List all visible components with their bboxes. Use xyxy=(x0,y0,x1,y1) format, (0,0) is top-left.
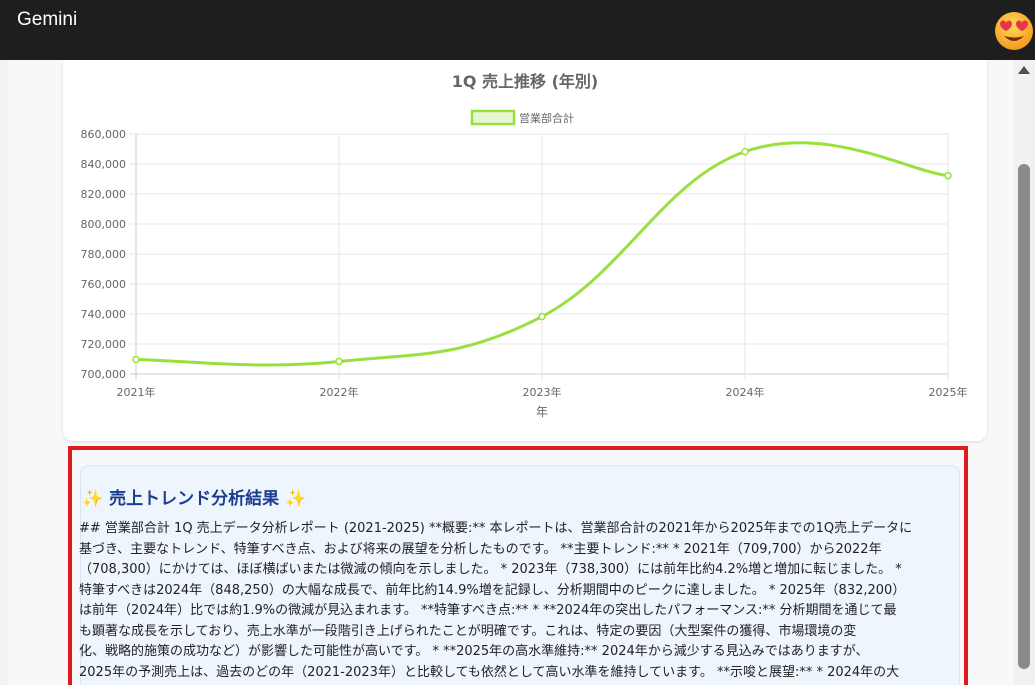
analysis-line: 化、戦略的施策の成功など）が影響した可能性が高いです。 * **2025年の高水… xyxy=(79,644,869,659)
chart-card: 1Q 売上推移 (年別) 営業部合計 700,000 720,000 740,000 76… xyxy=(63,60,987,441)
x-tick-label: 2024年 xyxy=(726,385,765,399)
y-tick-label: 760,000 xyxy=(81,278,127,291)
y-tick-label: 700,000 xyxy=(81,368,127,381)
analysis-line: 2025年の予測売上は、過去のどの年（2021-2023年）と比較しても依然とし… xyxy=(79,664,900,680)
y-tick-label: 720,000 xyxy=(81,338,127,351)
data-point xyxy=(538,312,546,321)
analysis-title: ✨ 売上トレンド分析結果 ✨ xyxy=(82,484,306,509)
scroll-up-arrow-icon[interactable] xyxy=(1018,66,1030,74)
data-point xyxy=(741,147,749,156)
app-title: Gemini xyxy=(17,9,78,30)
analysis-body: ## 営業部合計 1Q 売上データ分析レポート (2021-2025) **概要… xyxy=(79,519,949,683)
x-tick-label: 2023年 xyxy=(523,385,562,399)
x-tick-label: 2022年 xyxy=(320,385,359,399)
sparkle-icon: ✨ xyxy=(82,489,104,509)
analysis-line: （708,300）にかけては、ほぼ横ばいまたは微減の傾向を示しました。 * 20… xyxy=(79,562,902,577)
data-point xyxy=(132,355,140,364)
analysis-line: 特筆すべきは2024年（848,250）の大幅な成長で、前年比約14.9%増を記… xyxy=(79,582,906,598)
chart-title: 1Q 売上推移 (年別) xyxy=(452,72,599,91)
y-tick-label: 740,000 xyxy=(81,308,127,321)
y-tick-label: 800,000 xyxy=(81,218,127,231)
x-tick-label: 2021年 xyxy=(117,385,156,399)
y-tick-label: 840,000 xyxy=(81,158,127,171)
sparkle-icon: ✨ xyxy=(285,489,307,509)
x-tick-label: 2025年 xyxy=(929,385,968,399)
analysis-title-text: 売上トレンド分析結果 xyxy=(109,489,280,509)
analysis-line: 基づき、主要なトレンド、特筆すべき点、および将来の展望を分析したものです。 **… xyxy=(79,541,882,557)
y-tick-label: 860,000 xyxy=(81,128,127,141)
y-tick-label: 780,000 xyxy=(81,248,127,261)
data-point xyxy=(335,357,343,366)
analysis-line: も顕著な成長を示しており、売上水準が一段階引き上げられたことが明確です。これは、… xyxy=(79,623,857,639)
x-axis-title: 年 xyxy=(536,405,548,419)
top-bar: Gemini xyxy=(0,0,1035,60)
y-tick-label: 820,000 xyxy=(81,188,127,201)
analysis-line: ## 営業部合計 1Q 売上データ分析レポート (2021-2025) **概要… xyxy=(79,521,913,536)
data-point xyxy=(944,171,952,180)
sales-line-chart: 1Q 売上推移 (年別) 営業部合計 700,000 720,000 740,000 76… xyxy=(81,72,968,419)
legend-swatch xyxy=(470,109,516,126)
analysis-line: は前年（2024年）比では約1.9%の微減が見込まれます。 **特筆すべき点:*… xyxy=(79,603,897,618)
heart-eyes-emoji-avatar-icon[interactable] xyxy=(992,8,1035,52)
legend-label: 営業部合計 xyxy=(519,111,574,125)
scrollbar-thumb[interactable] xyxy=(1018,164,1030,669)
left-edge xyxy=(0,60,8,685)
